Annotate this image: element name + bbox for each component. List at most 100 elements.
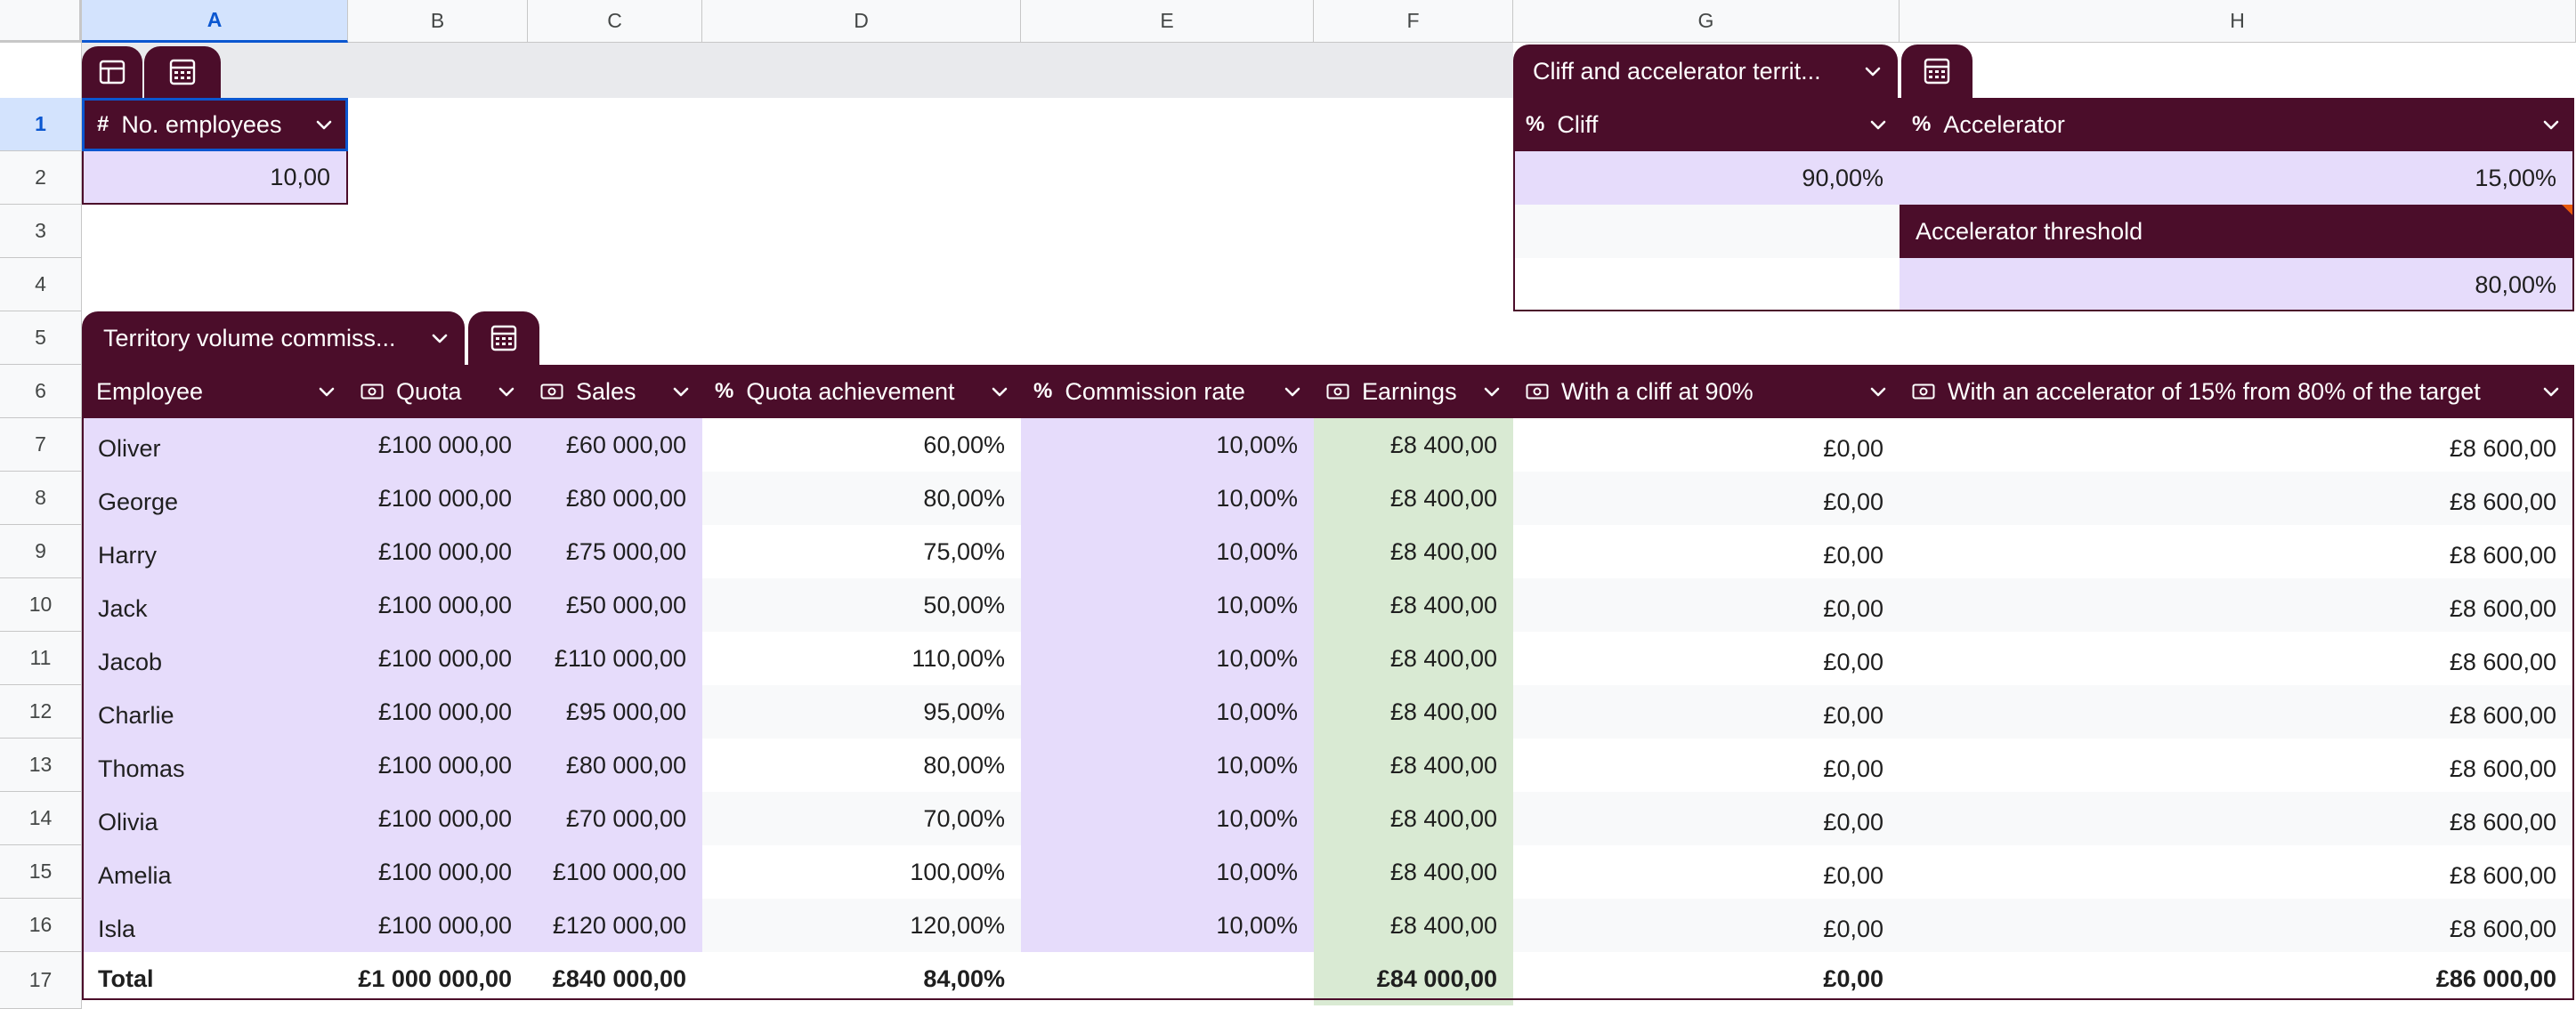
chevron-down-icon[interactable] [315, 118, 333, 131]
chevron-down-icon[interactable] [431, 332, 449, 344]
empty-cell-g4[interactable] [1513, 258, 1900, 311]
chevron-down-icon[interactable] [1483, 385, 1501, 398]
table-cell[interactable]: 95,00% [702, 685, 1021, 739]
row-header-10[interactable]: 10 [0, 578, 82, 632]
table-cell[interactable]: £120 000,00 [528, 899, 702, 952]
table-cell[interactable]: 50,00% [702, 578, 1021, 632]
table-cell[interactable]: 10,00% [1021, 578, 1314, 632]
header-quota[interactable]: Quota [348, 365, 528, 418]
table-cell[interactable]: £75 000,00 [528, 525, 702, 578]
empty-cell-g3[interactable] [1513, 205, 1900, 258]
table-cell[interactable]: £8 600,00 [1900, 472, 2572, 525]
table-cell[interactable]: £8 600,00 [1900, 845, 2572, 899]
no-employees-value[interactable]: 10,00 [82, 151, 348, 205]
table-cell[interactable]: £100 000,00 [348, 418, 528, 472]
table-view-button[interactable] [82, 46, 142, 98]
table-cell[interactable]: Harry [82, 525, 348, 578]
header-commission-rate[interactable]: % Commission rate [1021, 365, 1314, 418]
total-label[interactable]: Total [82, 952, 348, 1005]
table-cell[interactable]: Amelia [82, 845, 348, 899]
total-cell[interactable]: £1 000 000,00 [348, 952, 528, 1005]
header-accelerator[interactable]: % Accelerator [1900, 98, 2572, 151]
table-cell[interactable]: £8 600,00 [1900, 792, 2572, 845]
table-cell[interactable]: £0,00 [1513, 525, 1900, 578]
chevron-down-icon[interactable] [1869, 385, 1887, 398]
chevron-down-icon[interactable] [991, 385, 1009, 398]
row-header-4[interactable]: 4 [0, 258, 82, 311]
column-header-h[interactable]: H [1900, 0, 2576, 43]
table-cell[interactable]: George [82, 472, 348, 525]
table-cell[interactable]: £8 400,00 [1314, 899, 1513, 952]
column-header-b[interactable]: B [348, 0, 528, 43]
table-cell[interactable]: £100 000,00 [348, 525, 528, 578]
header-cliff[interactable]: % Cliff [1513, 98, 1900, 151]
table-cell[interactable]: Oliver [82, 418, 348, 472]
table-cell[interactable]: 60,00% [702, 418, 1021, 472]
table-cell[interactable]: £95 000,00 [528, 685, 702, 739]
table-cell[interactable]: £0,00 [1513, 418, 1900, 472]
table-cell[interactable]: £110 000,00 [528, 632, 702, 685]
table-cell[interactable]: £100 000,00 [348, 739, 528, 792]
cliff-table-title-tab[interactable]: Cliff and accelerator territ... [1513, 44, 1898, 98]
table-cell[interactable]: £8 400,00 [1314, 739, 1513, 792]
accelerator-threshold-value[interactable]: 80,00% [1900, 258, 2572, 311]
table-calc-button[interactable] [144, 46, 221, 98]
table-cell[interactable]: 75,00% [702, 525, 1021, 578]
table-cell[interactable]: £8 400,00 [1314, 845, 1513, 899]
table-cell[interactable]: £8 400,00 [1314, 578, 1513, 632]
table-cell[interactable]: £8 600,00 [1900, 632, 2572, 685]
table-cell[interactable]: £100 000,00 [348, 845, 528, 899]
table-cell[interactable]: £0,00 [1513, 472, 1900, 525]
commission-table-calc-button[interactable] [468, 311, 539, 365]
column-header-d[interactable]: D [702, 0, 1021, 43]
chevron-down-icon[interactable] [318, 385, 336, 398]
table-cell[interactable]: 10,00% [1021, 472, 1314, 525]
table-cell[interactable]: 110,00% [702, 632, 1021, 685]
column-header-c[interactable]: C [528, 0, 702, 43]
table-cell[interactable]: £100 000,00 [528, 845, 702, 899]
row-header-6[interactable]: 6 [0, 365, 82, 418]
table-cell[interactable]: £100 000,00 [348, 472, 528, 525]
table-cell[interactable]: 10,00% [1021, 632, 1314, 685]
row-header-5[interactable]: 5 [0, 311, 82, 365]
table-cell[interactable]: Jack [82, 578, 348, 632]
table-cell[interactable]: £0,00 [1513, 632, 1900, 685]
table-cell[interactable]: £0,00 [1513, 792, 1900, 845]
chevron-down-icon[interactable] [1284, 385, 1301, 398]
table-cell[interactable]: 70,00% [702, 792, 1021, 845]
table-cell[interactable]: £70 000,00 [528, 792, 702, 845]
chevron-down-icon[interactable] [672, 385, 690, 398]
row-header-11[interactable]: 11 [0, 632, 82, 685]
table-cell[interactable]: £0,00 [1513, 739, 1900, 792]
header-no-employees[interactable]: # No. employees [82, 98, 348, 151]
table-cell[interactable]: £50 000,00 [528, 578, 702, 632]
table-cell[interactable]: £8 600,00 [1900, 418, 2572, 472]
total-cell[interactable]: £86 000,00 [1900, 952, 2572, 1005]
table-cell[interactable]: £0,00 [1513, 685, 1900, 739]
table-cell[interactable]: Jacob [82, 632, 348, 685]
header-employee[interactable]: Employee [82, 365, 348, 418]
table-cell[interactable]: £8 400,00 [1314, 792, 1513, 845]
commission-table-title-tab[interactable]: Territory volume commiss... [82, 311, 465, 365]
row-header-13[interactable]: 13 [0, 739, 82, 792]
table-cell[interactable]: £8 600,00 [1900, 685, 2572, 739]
table-cell[interactable]: 80,00% [702, 472, 1021, 525]
row-header-14[interactable]: 14 [0, 792, 82, 845]
row-header-9[interactable]: 9 [0, 525, 82, 578]
table-cell[interactable]: £8 400,00 [1314, 418, 1513, 472]
table-cell[interactable]: £0,00 [1513, 899, 1900, 952]
total-cell[interactable]: £0,00 [1513, 952, 1900, 1005]
select-all-corner[interactable] [0, 0, 82, 43]
chevron-down-icon[interactable] [2542, 118, 2560, 131]
row-header-12[interactable]: 12 [0, 685, 82, 739]
header-with-a-cliff-at-90[interactable]: With a cliff at 90% [1513, 365, 1900, 418]
table-cell[interactable]: Olivia [82, 792, 348, 845]
table-cell[interactable]: £8 600,00 [1900, 899, 2572, 952]
table-cell[interactable]: 100,00% [702, 845, 1021, 899]
header-with-an-accelerator-of-15-from-80-of-the-target[interactable]: With an accelerator of 15% from 80% of t… [1900, 365, 2572, 418]
table-cell[interactable]: 10,00% [1021, 845, 1314, 899]
table-cell[interactable]: 80,00% [702, 739, 1021, 792]
row-header-1[interactable]: 1 [0, 98, 82, 151]
header-sales[interactable]: Sales [528, 365, 702, 418]
total-cell[interactable]: £840 000,00 [528, 952, 702, 1005]
